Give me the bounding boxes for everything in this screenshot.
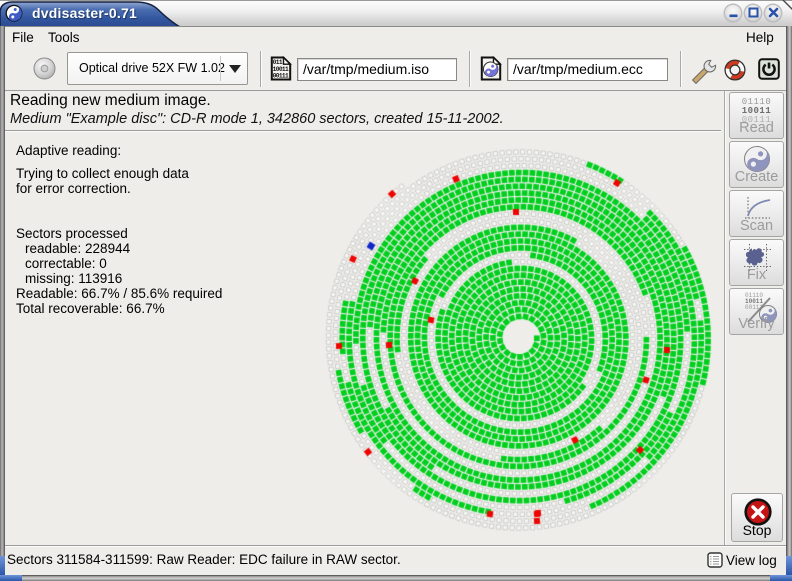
svg-text:00111: 00111 — [273, 72, 289, 79]
